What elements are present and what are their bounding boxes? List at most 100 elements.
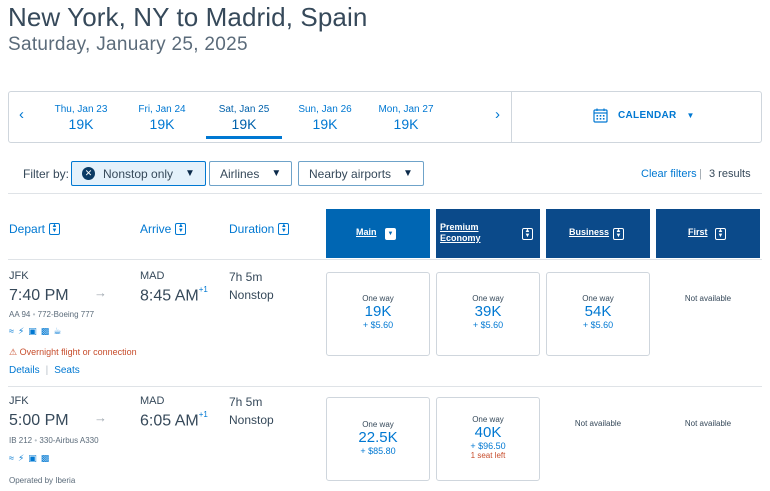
calendar-icon bbox=[593, 108, 608, 123]
fare-first-unavailable: Not available bbox=[684, 419, 732, 428]
date-price: 19K bbox=[68, 116, 94, 132]
power-icon: ⚡ bbox=[17, 453, 29, 463]
date-option-thu-jan-23[interactable]: Thu, Jan 23 19K bbox=[43, 104, 119, 132]
fare-fee: + $96.50 bbox=[470, 441, 506, 451]
cabin-header-first[interactable]: First ▲ ▼ bbox=[656, 209, 760, 258]
date-selector: ‹ Thu, Jan 23 19K Fri, Jan 24 19K Sat, J… bbox=[8, 91, 762, 143]
fare-fee: + $5.60 bbox=[362, 320, 394, 330]
page-title: New York, NY to Madrid, Spain bbox=[8, 2, 368, 32]
fare-miles: 39K bbox=[474, 303, 502, 320]
nearby-airports-label: Nearby airports bbox=[309, 166, 392, 181]
depart-time: 5:00 PM bbox=[9, 412, 69, 429]
sort-icon: ▲ ▼ bbox=[522, 228, 533, 240]
destination-code: MAD bbox=[140, 270, 165, 282]
seat-icon: ▩ bbox=[40, 326, 54, 336]
fare-type: One way bbox=[362, 294, 394, 303]
nearby-airports-filter-dropdown[interactable]: Nearby airports ▼ bbox=[298, 161, 424, 186]
seats-left: 1 seat left bbox=[470, 451, 506, 460]
overnight-warning: ⚠ Overnight flight or connection bbox=[9, 347, 137, 358]
stops: Nonstop bbox=[229, 413, 274, 427]
sort-duration-button[interactable]: Duration ▲ ▼ bbox=[229, 222, 290, 236]
arrive-header-label: Arrive bbox=[140, 222, 172, 236]
fare-type: One way bbox=[582, 294, 614, 303]
day-offset: +1 bbox=[198, 410, 208, 419]
fare-type: One way bbox=[472, 415, 504, 424]
separator-dot: • bbox=[32, 310, 36, 319]
destination-code: MAD bbox=[140, 395, 165, 407]
sort-icon: ▲ ▼ bbox=[175, 223, 187, 235]
caret-down-icon: ▼ bbox=[403, 168, 413, 179]
date-label: Thu, Jan 23 bbox=[54, 104, 108, 115]
fare-premium-economy[interactable]: One way 40K + $96.50 1 seat left bbox=[436, 397, 540, 481]
date-option-sat-jan-25[interactable]: Sat, Jan 25 19K bbox=[206, 104, 282, 132]
close-icon[interactable]: ✕ bbox=[82, 167, 95, 180]
seats-link[interactable]: Seats bbox=[54, 365, 80, 376]
origin-code: JFK bbox=[9, 270, 29, 282]
selected-date-indicator bbox=[206, 136, 282, 139]
amenities: ≈⚡▣▩ bbox=[9, 453, 53, 464]
cabin-header-main[interactable]: Main ▼ bbox=[326, 209, 430, 258]
arrive-time-value: 8:45 AM bbox=[140, 287, 199, 305]
origin-code: JFK bbox=[9, 395, 29, 407]
clear-filters-link[interactable]: Clear filters bbox=[641, 168, 697, 180]
fare-fee: + $5.60 bbox=[582, 320, 614, 330]
date-label: Sun, Jan 26 bbox=[298, 104, 352, 115]
flight-info: AA 94 • 772-Boeing 777 bbox=[9, 310, 94, 319]
sort-icon: ▲ ▼ bbox=[49, 223, 61, 235]
fare-premium-economy[interactable]: One way 39K + $5.60 bbox=[436, 272, 540, 356]
cabin-premium-line2: Economy bbox=[440, 233, 481, 243]
divider bbox=[8, 386, 762, 387]
duration: 7h 5m bbox=[229, 270, 263, 284]
arrive-time-value: 6:05 AM bbox=[140, 412, 199, 430]
details-link[interactable]: Details bbox=[9, 365, 40, 376]
depart-header-label: Depart bbox=[9, 222, 46, 236]
flight-number: IB 212 bbox=[9, 436, 33, 445]
cabin-header-business[interactable]: Business ▲ ▼ bbox=[546, 209, 650, 258]
cabin-first-label: First bbox=[688, 227, 708, 237]
date-label: Mon, Jan 27 bbox=[378, 104, 434, 115]
fare-miles: 40K bbox=[474, 424, 502, 441]
fare-type: One way bbox=[472, 294, 504, 303]
filter-label: Filter by: bbox=[23, 167, 70, 181]
arrive-time: 6:05 AM+1 bbox=[140, 410, 208, 430]
date-price: 19K bbox=[149, 116, 175, 132]
duration-header-label: Duration bbox=[229, 222, 275, 236]
drink-icon: ☕ bbox=[53, 326, 66, 336]
fare-main[interactable]: One way 19K + $5.60 bbox=[326, 272, 430, 356]
date-option-sun-jan-26[interactable]: Sun, Jan 26 19K bbox=[287, 104, 363, 132]
warning-icon: ⚠ bbox=[9, 347, 18, 357]
flight-links: Details | Seats bbox=[9, 365, 80, 376]
cabin-premium-label: Premium Economy bbox=[440, 222, 481, 244]
wifi-icon: ≈ bbox=[9, 326, 18, 336]
date-label: Sat, Jan 25 bbox=[218, 104, 270, 115]
fare-main[interactable]: One way 22.5K + $85.80 bbox=[326, 397, 430, 481]
airlines-filter-dropdown[interactable]: Airlines ▼ bbox=[209, 161, 293, 186]
divider bbox=[8, 193, 762, 194]
calendar-button[interactable]: CALENDAR ▼ bbox=[593, 108, 694, 123]
nonstop-filter-chip[interactable]: ✕ Nonstop only ▼ bbox=[71, 161, 206, 186]
date-option-mon-jan-27[interactable]: Mon, Jan 27 19K bbox=[368, 104, 444, 132]
nonstop-filter-label: Nonstop only bbox=[103, 166, 174, 181]
fare-business[interactable]: One way 54K + $5.60 bbox=[546, 272, 650, 356]
sort-arrive-button[interactable]: Arrive ▲ ▼ bbox=[140, 222, 187, 236]
arrow-right-icon: → bbox=[94, 285, 107, 300]
fare-miles: 22.5K bbox=[358, 429, 398, 446]
caret-down-icon: ▼ bbox=[686, 111, 695, 120]
day-offset: +1 bbox=[198, 285, 208, 294]
arrive-time: 8:45 AM+1 bbox=[140, 285, 208, 305]
chevron-right-icon[interactable]: › bbox=[495, 106, 500, 123]
calendar-label: CALENDAR bbox=[618, 110, 677, 121]
cabin-business-label: Business bbox=[569, 227, 610, 237]
sort-depart-button[interactable]: Depart ▲ ▼ bbox=[9, 222, 61, 236]
chevron-left-icon[interactable]: ‹ bbox=[19, 106, 24, 123]
cabin-header-premium-economy[interactable]: Premium Economy ▲ ▼ bbox=[436, 209, 540, 258]
results-count: 3 results bbox=[709, 168, 751, 180]
separator: | bbox=[699, 168, 702, 180]
seat-icon: ▩ bbox=[40, 453, 54, 463]
divider bbox=[8, 259, 762, 260]
aircraft: 772-Boeing 777 bbox=[37, 310, 95, 319]
sort-icon: ▲ ▼ bbox=[715, 228, 726, 240]
date-option-fri-jan-24[interactable]: Fri, Jan 24 19K bbox=[124, 104, 200, 132]
date-price: 19K bbox=[312, 116, 338, 132]
separator-dot: • bbox=[34, 436, 38, 445]
